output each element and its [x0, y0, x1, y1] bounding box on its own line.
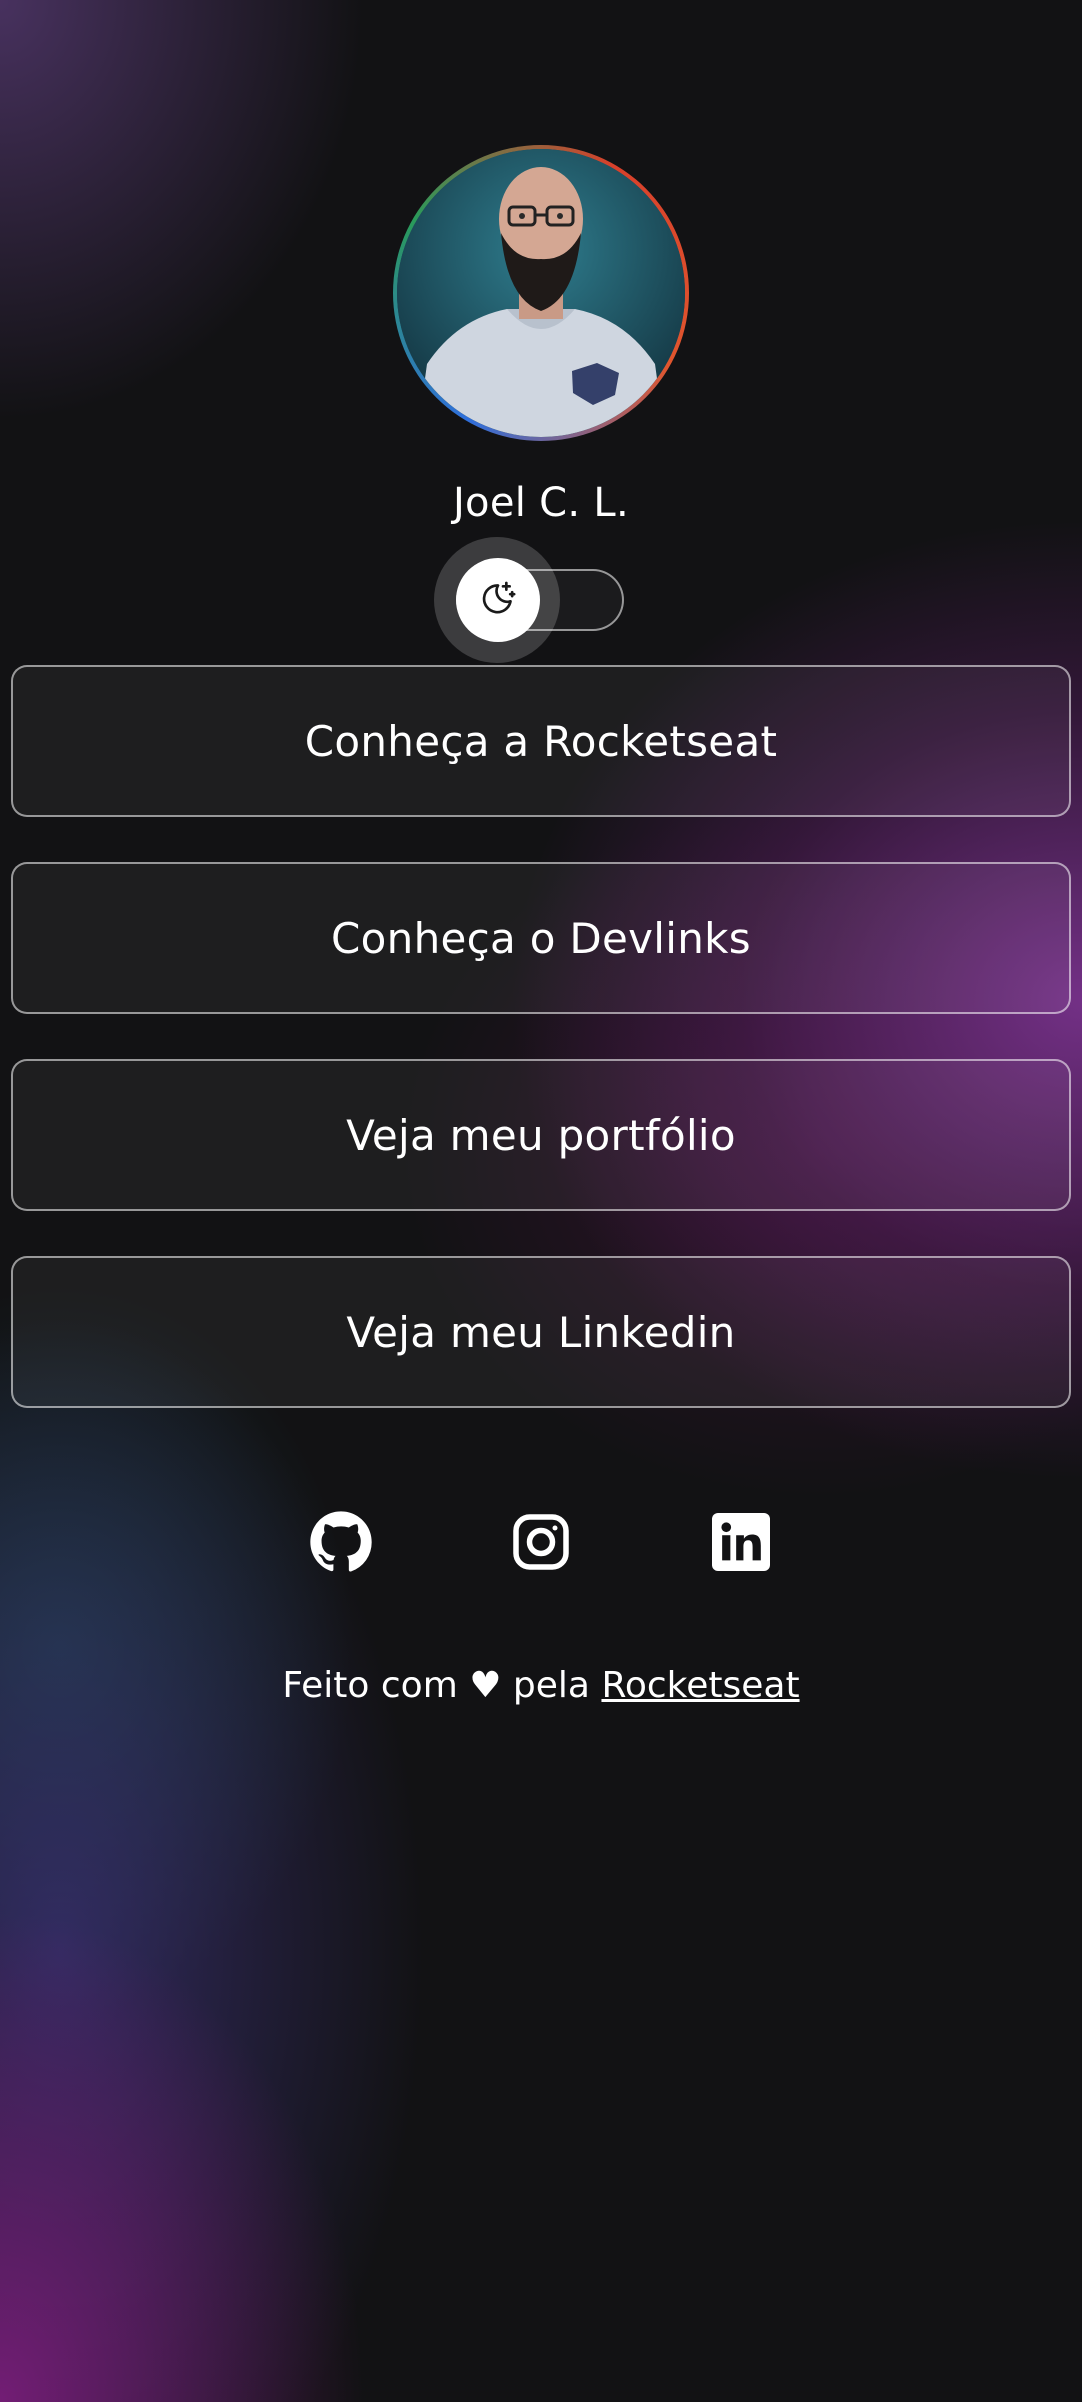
link-linkedin-button[interactable]: Veja meu Linkedin: [11, 1256, 1071, 1408]
page: Joel C. L. Conheça a Rocketseat Conheça …: [0, 0, 1082, 2402]
profile-photo: [397, 149, 685, 437]
link-label: Conheça a Rocketseat: [304, 716, 778, 766]
link-label: Veja meu Linkedin: [346, 1307, 736, 1357]
link-label: Conheça o Devlinks: [331, 913, 751, 963]
profile-name: Joel C. L.: [452, 480, 630, 526]
link-devlinks-button[interactable]: Conheça o Devlinks: [11, 862, 1071, 1014]
footer: Feito com ♥ pela Rocketseat: [0, 1665, 1082, 1706]
linkedin-icon[interactable]: [709, 1510, 773, 1574]
link-rocketseat-button[interactable]: Conheça a Rocketseat: [11, 665, 1071, 817]
footer-rocketseat-link[interactable]: Rocketseat: [601, 1665, 799, 1706]
social-links: [0, 1510, 1082, 1574]
link-label: Veja meu portfólio: [346, 1110, 736, 1160]
link-list: Conheça a Rocketseat Conheça o Devlinks …: [11, 665, 1071, 1408]
footer-text: Feito com ♥ pela: [282, 1665, 590, 1706]
avatar: [393, 145, 689, 441]
github-icon[interactable]: [309, 1510, 373, 1574]
link-portfolio-button[interactable]: Veja meu portfólio: [11, 1059, 1071, 1211]
theme-switch-knob[interactable]: [456, 558, 540, 642]
moon-stars-icon: [478, 578, 518, 622]
instagram-icon[interactable]: [509, 1510, 573, 1574]
